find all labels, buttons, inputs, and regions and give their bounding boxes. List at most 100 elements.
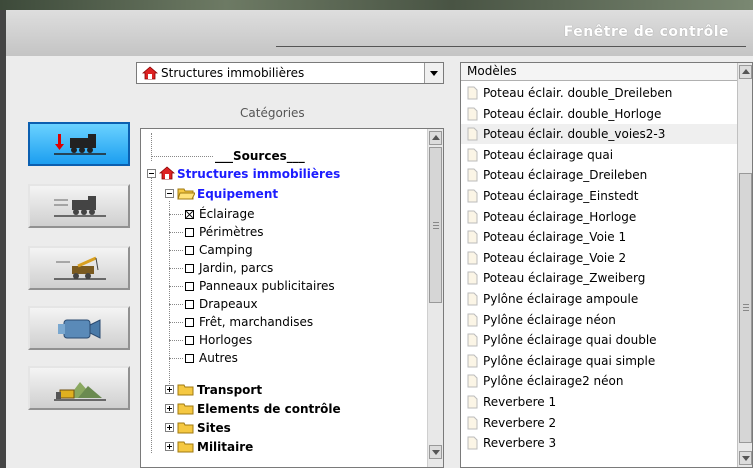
expand-icon[interactable]: [165, 423, 174, 432]
model-item[interactable]: Poteau éclairage_Dreileben: [461, 165, 738, 185]
model-file-icon: [467, 127, 478, 141]
tree-guide: [169, 214, 183, 215]
checkbox-icon[interactable]: [185, 318, 194, 327]
models-scrollbar[interactable]: [737, 63, 752, 467]
model-item-label: Pylône éclairage ampoule: [483, 292, 639, 306]
tree-guide: [151, 171, 152, 453]
collapse-icon[interactable]: [147, 169, 156, 178]
tree-item-label: Drapeaux: [199, 297, 258, 311]
category-combo[interactable]: Structures immobilières: [136, 62, 444, 84]
category-tree[interactable]: ___Sources___ Structures immobilières Eq…: [140, 128, 444, 468]
model-item-label: Poteau éclairage_Dreileben: [483, 168, 648, 183]
tree-guide: [169, 268, 183, 269]
tool-crane-button[interactable]: [28, 246, 130, 290]
model-item[interactable]: Poteau éclair. double_Horloge: [461, 104, 738, 124]
tree-scrollbar[interactable]: [427, 129, 443, 467]
scroll-down-icon[interactable]: [739, 451, 752, 465]
model-file-icon: [467, 271, 478, 285]
expand-icon[interactable]: [165, 404, 174, 413]
model-item[interactable]: Reverbere 3: [461, 433, 738, 453]
checkbox-icon[interactable]: [185, 228, 194, 237]
model-item[interactable]: Pylône éclairage quai double: [461, 330, 738, 350]
model-item-label: Reverbere 3: [483, 436, 557, 451]
category-combo-value: Structures immobilières: [161, 66, 305, 80]
model-item-label: Reverbere 1: [483, 395, 557, 409]
tool-insert-train-button[interactable]: [28, 122, 130, 166]
checkbox-icon[interactable]: [185, 336, 194, 345]
model-file-icon: [467, 230, 478, 244]
folder-icon: [177, 441, 194, 453]
model-item[interactable]: Poteau éclairage quai: [461, 145, 738, 165]
tree-item-label: Jardin, parcs: [199, 261, 274, 275]
model-item[interactable]: Poteau éclair. double_Dreileben: [461, 83, 738, 103]
model-item[interactable]: Reverbere 1: [461, 392, 738, 412]
tracks-train-icon: [54, 196, 106, 217]
model-item[interactable]: Pylône éclairage ampoule: [461, 289, 738, 309]
model-item[interactable]: Poteau éclairage_Voie 2: [461, 248, 738, 268]
model-item-label: Poteau éclair. double_voies2-3: [483, 127, 666, 142]
model-item[interactable]: Poteau éclairage_Voie 1: [461, 227, 738, 247]
model-file-icon: [467, 333, 478, 347]
tool-camera-button[interactable]: [28, 306, 130, 350]
tree-guide: [169, 358, 183, 359]
tool-landscape-button[interactable]: [28, 366, 130, 410]
model-file-icon: [467, 107, 478, 121]
checkbox-checked-icon[interactable]: [185, 210, 194, 219]
model-item-label: Poteau éclairage_Einstedt: [483, 189, 639, 203]
checkbox-icon[interactable]: [185, 300, 194, 309]
model-file-icon: [467, 313, 478, 327]
model-item[interactable]: Poteau éclairage_Horloge: [461, 207, 738, 227]
model-item[interactable]: Reverbere 2: [461, 413, 738, 433]
folder-icon: [177, 384, 194, 396]
scroll-up-icon[interactable]: [739, 65, 752, 79]
window-title: Fenêtre de contrôle: [563, 24, 729, 40]
top-image-strip: [0, 0, 753, 10]
scroll-up-icon[interactable]: [429, 131, 442, 145]
tool-tracks-button[interactable]: [28, 184, 130, 228]
title-divider: [276, 46, 746, 47]
checkbox-icon[interactable]: [185, 246, 194, 255]
scroll-thumb[interactable]: [739, 173, 752, 443]
models-list[interactable]: Modèles Poteau éclair. double_Dreileben P…: [460, 62, 753, 468]
tree-guide: [169, 340, 183, 341]
title-bar: Fenêtre de contrôle: [6, 10, 753, 57]
scroll-down-icon[interactable]: [429, 445, 442, 459]
folder-open-icon: [177, 188, 195, 200]
model-item-label: Poteau éclairage quai: [483, 147, 614, 162]
checkbox-icon[interactable]: [185, 282, 194, 291]
model-file-icon: [467, 436, 478, 450]
model-item[interactable]: Poteau éclairage_Einstedt: [461, 186, 738, 206]
checkbox-icon[interactable]: [185, 354, 194, 363]
tree-item-label: Camping: [199, 243, 253, 257]
crane-icon: [54, 256, 106, 280]
tree-guide: [169, 322, 183, 323]
house-icon: [142, 66, 158, 80]
model-item-label: Poteau éclairage_Voie 1: [483, 230, 627, 245]
video-camera-icon: [58, 319, 101, 339]
model-item[interactable]: Pylône éclairage néon: [461, 310, 738, 330]
model-file-icon: [467, 354, 478, 368]
model-item-label: Poteau éclairage_Zweiberg: [483, 271, 646, 286]
tree-guide: [169, 286, 183, 287]
tree-guide: [169, 232, 183, 233]
model-item-label: Poteau éclair. double_Dreileben: [483, 86, 673, 100]
model-file-icon: [467, 251, 478, 265]
expand-icon[interactable]: [165, 385, 174, 394]
model-item[interactable]: Poteau éclairage_Zweiberg: [461, 268, 738, 288]
model-item-label: Poteau éclairage_Voie 2: [483, 250, 627, 265]
expand-icon[interactable]: [165, 442, 174, 451]
model-item[interactable]: Pylône éclairage2 néon: [461, 371, 738, 391]
folder-icon: [177, 403, 194, 415]
model-item[interactable]: Poteau éclair. double_voies2-3: [461, 124, 738, 145]
model-item[interactable]: Pylône éclairage quai simple: [461, 351, 738, 371]
tree-group-label: Militaire: [197, 440, 254, 454]
models-header: Modèles: [461, 63, 738, 81]
scroll-thumb[interactable]: [429, 147, 442, 303]
collapse-icon[interactable]: [165, 189, 174, 198]
checkbox-icon[interactable]: [185, 264, 194, 273]
model-item-label: Pylône éclairage quai simple: [483, 353, 656, 368]
model-item-label: Pylône éclairage néon: [483, 312, 616, 327]
model-item-label: Poteau éclairage_Horloge: [483, 209, 637, 224]
model-file-icon: [467, 292, 478, 306]
chevron-down-icon[interactable]: [424, 63, 443, 83]
